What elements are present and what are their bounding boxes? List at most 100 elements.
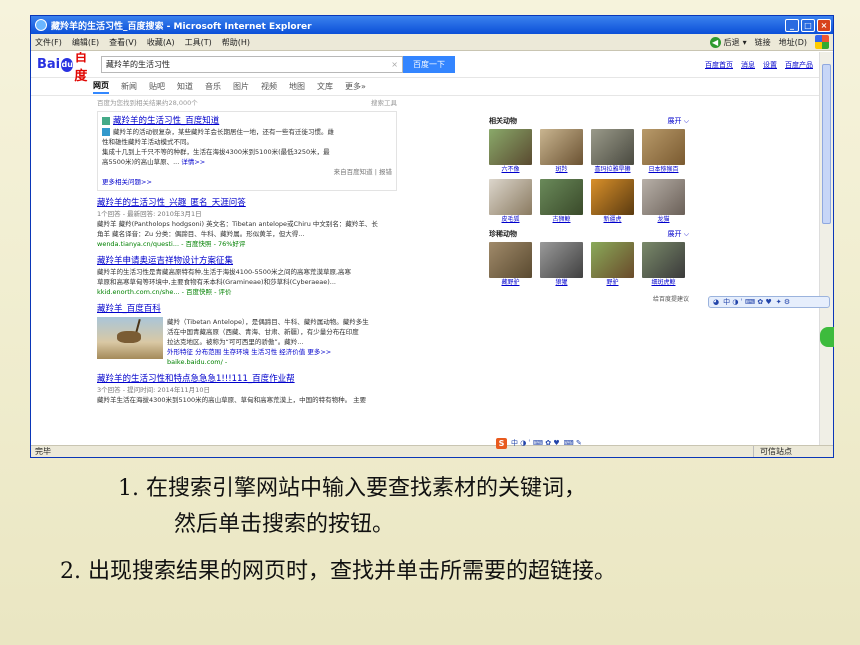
result-title-5[interactable]: 藏羚羊的生活习性和特点急急急1!!!111_百度作业帮 — [97, 373, 397, 385]
result-desc-1a: 藏羚羊的活动很复杂，某些藏羚羊会长期居住一地，还有一些有迁徙习惯。雌 — [102, 127, 392, 137]
result-4: 藏羚羊_百度百科 藏羚（Tibetan Antelope），是偶蹄目、牛科、藏羚… — [97, 303, 397, 367]
tab-tieba[interactable]: 贴吧 — [149, 81, 165, 92]
result-desc-4a: 藏羚（Tibetan Antelope），是偶蹄目、牛科、藏羚属动物。藏羚多生 — [167, 318, 369, 326]
menu-bar: 文件(F) 编辑(E) 查看(V) 收藏(A) 工具(T) 帮助(H) ◀ 后退 … — [31, 34, 833, 51]
maximize-button[interactable]: □ — [801, 18, 815, 32]
window-title: 藏羚羊的生活习性_百度搜索 - Microsoft Internet Explo… — [51, 21, 312, 32]
result-desc-3a: 藏羚羊的生活习性是青藏高原特有种,生活于海拔4100-5500米之间的高寒荒漠草… — [97, 268, 352, 276]
details-link[interactable]: 详情>> — [181, 158, 205, 166]
tab-video[interactable]: 视频 — [261, 81, 277, 92]
tab-web[interactable]: 网页 — [93, 80, 109, 94]
page-content: Bai du 百度 藏羚羊的生活习性 × 百度一下 百度首页 消息 设置 百度产品 … — [31, 52, 819, 445]
close-button[interactable]: × — [817, 18, 831, 32]
menu-help[interactable]: 帮助(H) — [222, 37, 250, 48]
result-desc-1c: 集成十几到上千只不等的种群，生活在海拔4300米到5100米(最低3250米，最 — [102, 148, 330, 156]
instruction-2: 2. 出现搜索结果的网页时，查找并单击所需要的超链接。 — [60, 559, 616, 584]
animal-tile[interactable]: 野驴 — [591, 242, 634, 287]
address-button[interactable]: 地址(D) — [779, 37, 807, 48]
result-url-2[interactable]: wenda.tianya.cn/questi... - 百度快照 - 76%好评 — [97, 239, 397, 249]
tab-more[interactable]: 更多» — [345, 81, 366, 92]
feedback-link[interactable]: 给百度提建议 — [489, 294, 689, 303]
ime-tools-icon: ⌨ ✎ — [563, 439, 582, 447]
zhidao-card: 藏羚羊的生活习性_百度知道 藏羚羊的活动很复杂，某些藏羚羊会长期居住一地，还有一… — [97, 111, 397, 191]
link-settings[interactable]: 设置 — [763, 60, 777, 70]
baidu-logo[interactable]: Bai du 百度 — [37, 52, 97, 84]
status-text: 完毕 — [35, 447, 51, 456]
clear-icon[interactable]: × — [391, 60, 402, 69]
back-button[interactable]: ◀ 后退 ▾ — [709, 36, 747, 48]
menu-edit[interactable]: 编辑(E) — [72, 37, 99, 48]
link-home[interactable]: 百度首页 — [705, 60, 733, 70]
browser-window: 藏羚羊的生活习性_百度搜索 - Microsoft Internet Explo… — [30, 15, 834, 458]
link-products[interactable]: 百度产品 — [785, 60, 813, 70]
tab-music[interactable]: 音乐 — [205, 81, 221, 92]
result-sublinks-4[interactable]: 外形特征 分布范围 生存环境 生活习性 经济价值 更多>> — [167, 347, 395, 357]
result-desc-3b: 草原和高寒草甸等环境中,主要食物有禾本科(Gramineae)和莎草科(Cybe… — [97, 278, 336, 286]
result-title-2[interactable]: 藏羚羊的生活习性_兴趣_匿名_天涯问答 — [97, 197, 397, 209]
vertical-scrollbar[interactable] — [819, 52, 833, 445]
search-button[interactable]: 百度一下 — [403, 56, 455, 73]
source-label: 来自百度知道 | 报错 — [333, 168, 392, 176]
sogou-icon: S — [496, 437, 507, 449]
expand-link-1[interactable]: 展开 ⌵ — [667, 116, 689, 126]
ie-icon — [35, 19, 47, 31]
related-animals-header: 相关动物 展开 ⌵ — [489, 116, 689, 126]
results-column: 百度为您找到相关结果约28,000个 搜索工具 藏羚羊的生活习性_百度知道 藏羚… — [97, 98, 397, 405]
result-desc-5: 藏羚羊生活在海拔4300米到5100米的高山草原、草甸和高寒荒漠上，中国的特有物… — [97, 396, 367, 404]
menu-file[interactable]: 文件(F) — [35, 37, 62, 48]
instruction-1: 1. 在搜索引擎网站中输入要查找素材的关键词， — [118, 476, 586, 501]
animal-tile[interactable]: 古狮鲸 — [540, 179, 583, 224]
result-desc-4c: 拉达克地区。被称为“可可西里的骄傲”。藏羚... — [167, 338, 304, 346]
animal-tile[interactable]: 日本猕猴百 — [642, 129, 685, 174]
zhidao-icon — [102, 116, 110, 125]
answer-icon — [102, 128, 110, 136]
animal-tile[interactable]: 龙猫 — [642, 179, 685, 224]
result-meta-5: 3个回答 - 提问时间: 2014年11月10日 — [97, 386, 210, 394]
animal-tile[interactable]: 皮毛狐 — [489, 179, 532, 224]
tab-news[interactable]: 新闻 — [121, 81, 137, 92]
antelope-image[interactable] — [97, 317, 163, 359]
result-title-1[interactable]: 藏羚羊的生活习性_百度知道 — [102, 115, 392, 127]
result-title-3[interactable]: 藏羚羊申请奥运吉祥物设计方案征集 — [97, 255, 397, 267]
ime-logo-icon: ◕ — [713, 298, 720, 306]
animal-tile[interactable]: 喜玛拉雅旱獭 — [591, 129, 634, 174]
search-tools[interactable]: 搜索工具 — [371, 98, 397, 108]
animal-tile[interactable]: 藏野驴 — [489, 242, 532, 287]
animal-tile[interactable]: 狼獾 — [540, 242, 583, 287]
animal-tile[interactable]: 六不像 — [489, 129, 532, 174]
menu-tools[interactable]: 工具(T) — [185, 37, 212, 48]
animal-tile[interactable]: 新疆虎 — [591, 179, 634, 224]
status-bar: 完毕 可信站点 — [31, 445, 833, 457]
scroll-thumb[interactable] — [822, 64, 831, 224]
animal-tile[interactable]: 斑羚 — [540, 129, 583, 174]
minimize-button[interactable]: _ — [785, 18, 799, 32]
ime-toolbar[interactable]: ◕ 中 ◑ ʿ ⌨ ✿ ♥ ✦ ⚙ — [708, 296, 830, 308]
instruction-1-cont: 然后单击搜索的按钮。 — [174, 512, 395, 537]
result-url-3[interactable]: kkid.enorth.com.cn/she... - 百度快照 - 评价 — [97, 287, 397, 297]
links-button[interactable]: 链接 — [755, 37, 771, 48]
side-widget[interactable] — [820, 327, 834, 347]
result-desc-2b: 角羊 藏名译音：Zu 分类：偶蹄目、牛科、藏羚属。形似黄羊，但大得... — [97, 230, 305, 238]
tab-wenku[interactable]: 文库 — [317, 81, 333, 92]
search-input[interactable]: 藏羚羊的生活习性 × — [101, 56, 403, 73]
result-title-4[interactable]: 藏羚羊_百度百科 — [97, 303, 397, 315]
tab-map[interactable]: 地图 — [289, 81, 305, 92]
rare-animals-grid: 藏野驴 狼獾 野驴 细斑虎鲸 — [489, 242, 689, 292]
tab-images[interactable]: 图片 — [233, 81, 249, 92]
animal-tile[interactable]: 细斑虎鲸 — [642, 242, 685, 287]
menu-favorites[interactable]: 收藏(A) — [147, 37, 175, 48]
search-row: Bai du 百度 藏羚羊的生活习性 × 百度一下 百度首页 消息 设置 百度产品 — [31, 52, 819, 84]
expand-link-2[interactable]: 展开 ⌵ — [667, 229, 689, 239]
ime-toolbar-sogou[interactable]: S中 ◑ ʿ ⌨ ✿ ♥ ⌨ ✎ — [496, 437, 600, 449]
result-url-4[interactable]: baike.baidu.com/ - — [167, 357, 395, 367]
result-2: 藏羚羊的生活习性_兴趣_匿名_天涯问答 1个回答 - 最新回答: 2010年3月… — [97, 197, 397, 249]
tab-zhidao[interactable]: 知道 — [177, 81, 193, 92]
link-news[interactable]: 消息 — [741, 60, 755, 70]
more-zhidao-link[interactable]: 更多相关问题>> — [102, 177, 392, 187]
paw-icon: du — [61, 57, 74, 72]
result-5: 藏羚羊的生活习性和特点急急急1!!!111_百度作业帮 3个回答 - 提问时间:… — [97, 373, 397, 405]
result-desc-2a: 藏羚羊 藏羚(Pantholops hodgsoni) 英文名：Tibetan … — [97, 220, 378, 228]
category-tabs: 网页 新闻 贴吧 知道 音乐 图片 视频 地图 文库 更多» — [31, 78, 819, 96]
menu-view[interactable]: 查看(V) — [109, 37, 137, 48]
result-desc-1b: 性和雄性藏羚羊活动模式不同。 — [102, 138, 193, 146]
